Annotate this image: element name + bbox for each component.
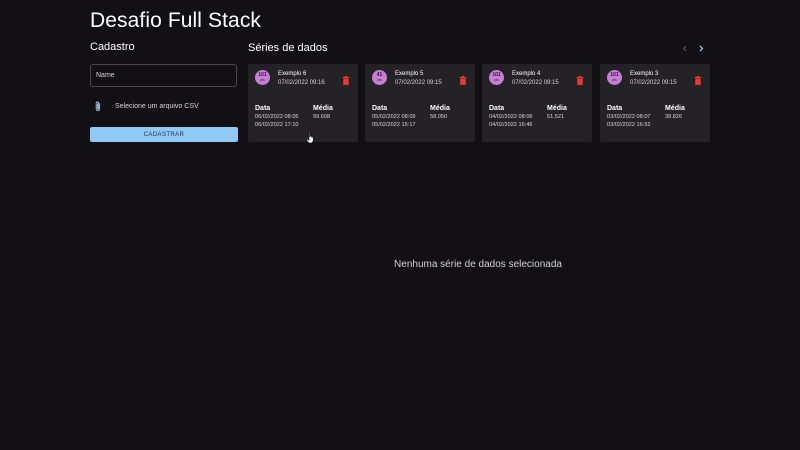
avatar-unit: pts — [260, 78, 265, 82]
start-date: 05/02/2022 08:09 — [372, 114, 416, 120]
delete-button[interactable] — [342, 72, 350, 85]
app-title: Desafio Full Stack — [90, 9, 262, 32]
start-date: 03/02/2022 08:07 — [607, 114, 651, 120]
card-created-date: 07/02/2022 09:15 — [512, 80, 559, 86]
card-header: 101 pts Exemplo 6 07/02/2022 09:16 — [248, 64, 358, 92]
mean-value: 58.050 — [430, 114, 448, 120]
avatar: 101 pts — [607, 70, 622, 85]
mean-header: Média — [547, 105, 567, 112]
date-header: Data — [372, 105, 388, 112]
end-date: 04/02/2022 16:46 — [489, 122, 533, 128]
delete-button[interactable] — [694, 72, 702, 85]
card-name: Exemplo 3 — [630, 71, 659, 77]
date-column: Data 05/02/2022 08:09 05/02/2022 15:17 — [372, 104, 416, 129]
card-header: 41 pts Exemplo 5 07/02/2022 09:15 — [365, 64, 475, 92]
cadastro-title: Cadastro — [90, 41, 135, 53]
mean-value: 99.608 — [313, 114, 331, 120]
end-date: 03/02/2022 16:52 — [607, 122, 651, 128]
file-label: Selecione um arquivo CSV — [115, 102, 199, 110]
end-date: 05/02/2022 15:17 — [372, 122, 416, 128]
trash-icon — [342, 76, 350, 85]
file-picker[interactable]: Selecione um arquivo CSV — [94, 99, 199, 113]
mean-header: Média — [430, 105, 450, 112]
mean-column: Média 58.050 — [430, 104, 450, 121]
card-name: Exemplo 6 — [278, 71, 307, 77]
mean-column: Média 99.608 — [313, 104, 333, 121]
delete-button[interactable] — [576, 72, 584, 85]
chevron-right-icon — [699, 45, 704, 51]
date-header: Data — [489, 105, 505, 112]
card-header: 101 pts Exemplo 3 07/02/2022 09:15 — [600, 64, 710, 92]
submit-button[interactable]: CADASTRAR — [90, 127, 238, 142]
series-card[interactable]: 41 pts Exemplo 5 07/02/2022 09:15 Data 0… — [365, 64, 475, 142]
card-created-date: 07/02/2022 09:15 — [630, 80, 677, 86]
delete-button[interactable] — [459, 72, 467, 85]
mean-value: 38.826 — [665, 114, 683, 120]
date-column: Data 03/02/2022 08:07 03/02/2022 16:52 — [607, 104, 651, 129]
chevron-left-icon — [682, 45, 687, 51]
date-header: Data — [607, 105, 623, 112]
series-card[interactable]: 101 pts Exemplo 4 07/02/2022 09:15 Data … — [482, 64, 592, 142]
card-name: Exemplo 5 — [395, 71, 424, 77]
mean-header: Média — [313, 105, 333, 112]
avatar: 41 pts — [372, 70, 387, 85]
start-date: 04/02/2022 08:06 — [489, 114, 533, 120]
trash-icon — [576, 76, 584, 85]
mean-value: 51.521 — [547, 114, 565, 120]
app-root: Desafio Full Stack Cadastro Selecione um… — [0, 0, 800, 450]
trash-icon — [694, 76, 702, 85]
card-created-date: 07/02/2022 09:15 — [395, 80, 442, 86]
mean-header: Média — [665, 105, 685, 112]
empty-state-message: Nenhuma série de dados selecionada — [394, 259, 562, 270]
name-input[interactable] — [90, 64, 237, 87]
card-name: Exemplo 4 — [512, 71, 541, 77]
avatar-unit: pts — [494, 78, 499, 82]
carousel-prev-button[interactable] — [680, 43, 690, 53]
date-header: Data — [255, 105, 271, 112]
hand-pointer-icon — [306, 132, 314, 144]
avatar: 101 pts — [255, 70, 270, 85]
avatar: 101 pts — [489, 70, 504, 85]
avatar-unit: pts — [377, 78, 382, 82]
paperclip-icon[interactable] — [94, 101, 102, 112]
series-card[interactable]: 101 pts Exemplo 6 07/02/2022 09:16 Data … — [248, 64, 358, 142]
avatar-unit: pts — [612, 78, 617, 82]
carousel-next-button[interactable] — [696, 43, 706, 53]
mean-column: Média 38.826 — [665, 104, 685, 121]
mean-column: Média 51.521 — [547, 104, 567, 121]
card-created-date: 07/02/2022 09:16 — [278, 80, 325, 86]
series-title: Séries de dados — [248, 42, 328, 54]
end-date: 06/02/2022 17:10 — [255, 122, 299, 128]
card-header: 101 pts Exemplo 4 07/02/2022 09:15 — [482, 64, 592, 92]
trash-icon — [459, 76, 467, 85]
series-card[interactable]: 101 pts Exemplo 3 07/02/2022 09:15 Data … — [600, 64, 710, 142]
start-date: 06/02/2022 08:05 — [255, 114, 299, 120]
date-column: Data 06/02/2022 08:05 06/02/2022 17:10 — [255, 104, 299, 129]
date-column: Data 04/02/2022 08:06 04/02/2022 16:46 — [489, 104, 533, 129]
